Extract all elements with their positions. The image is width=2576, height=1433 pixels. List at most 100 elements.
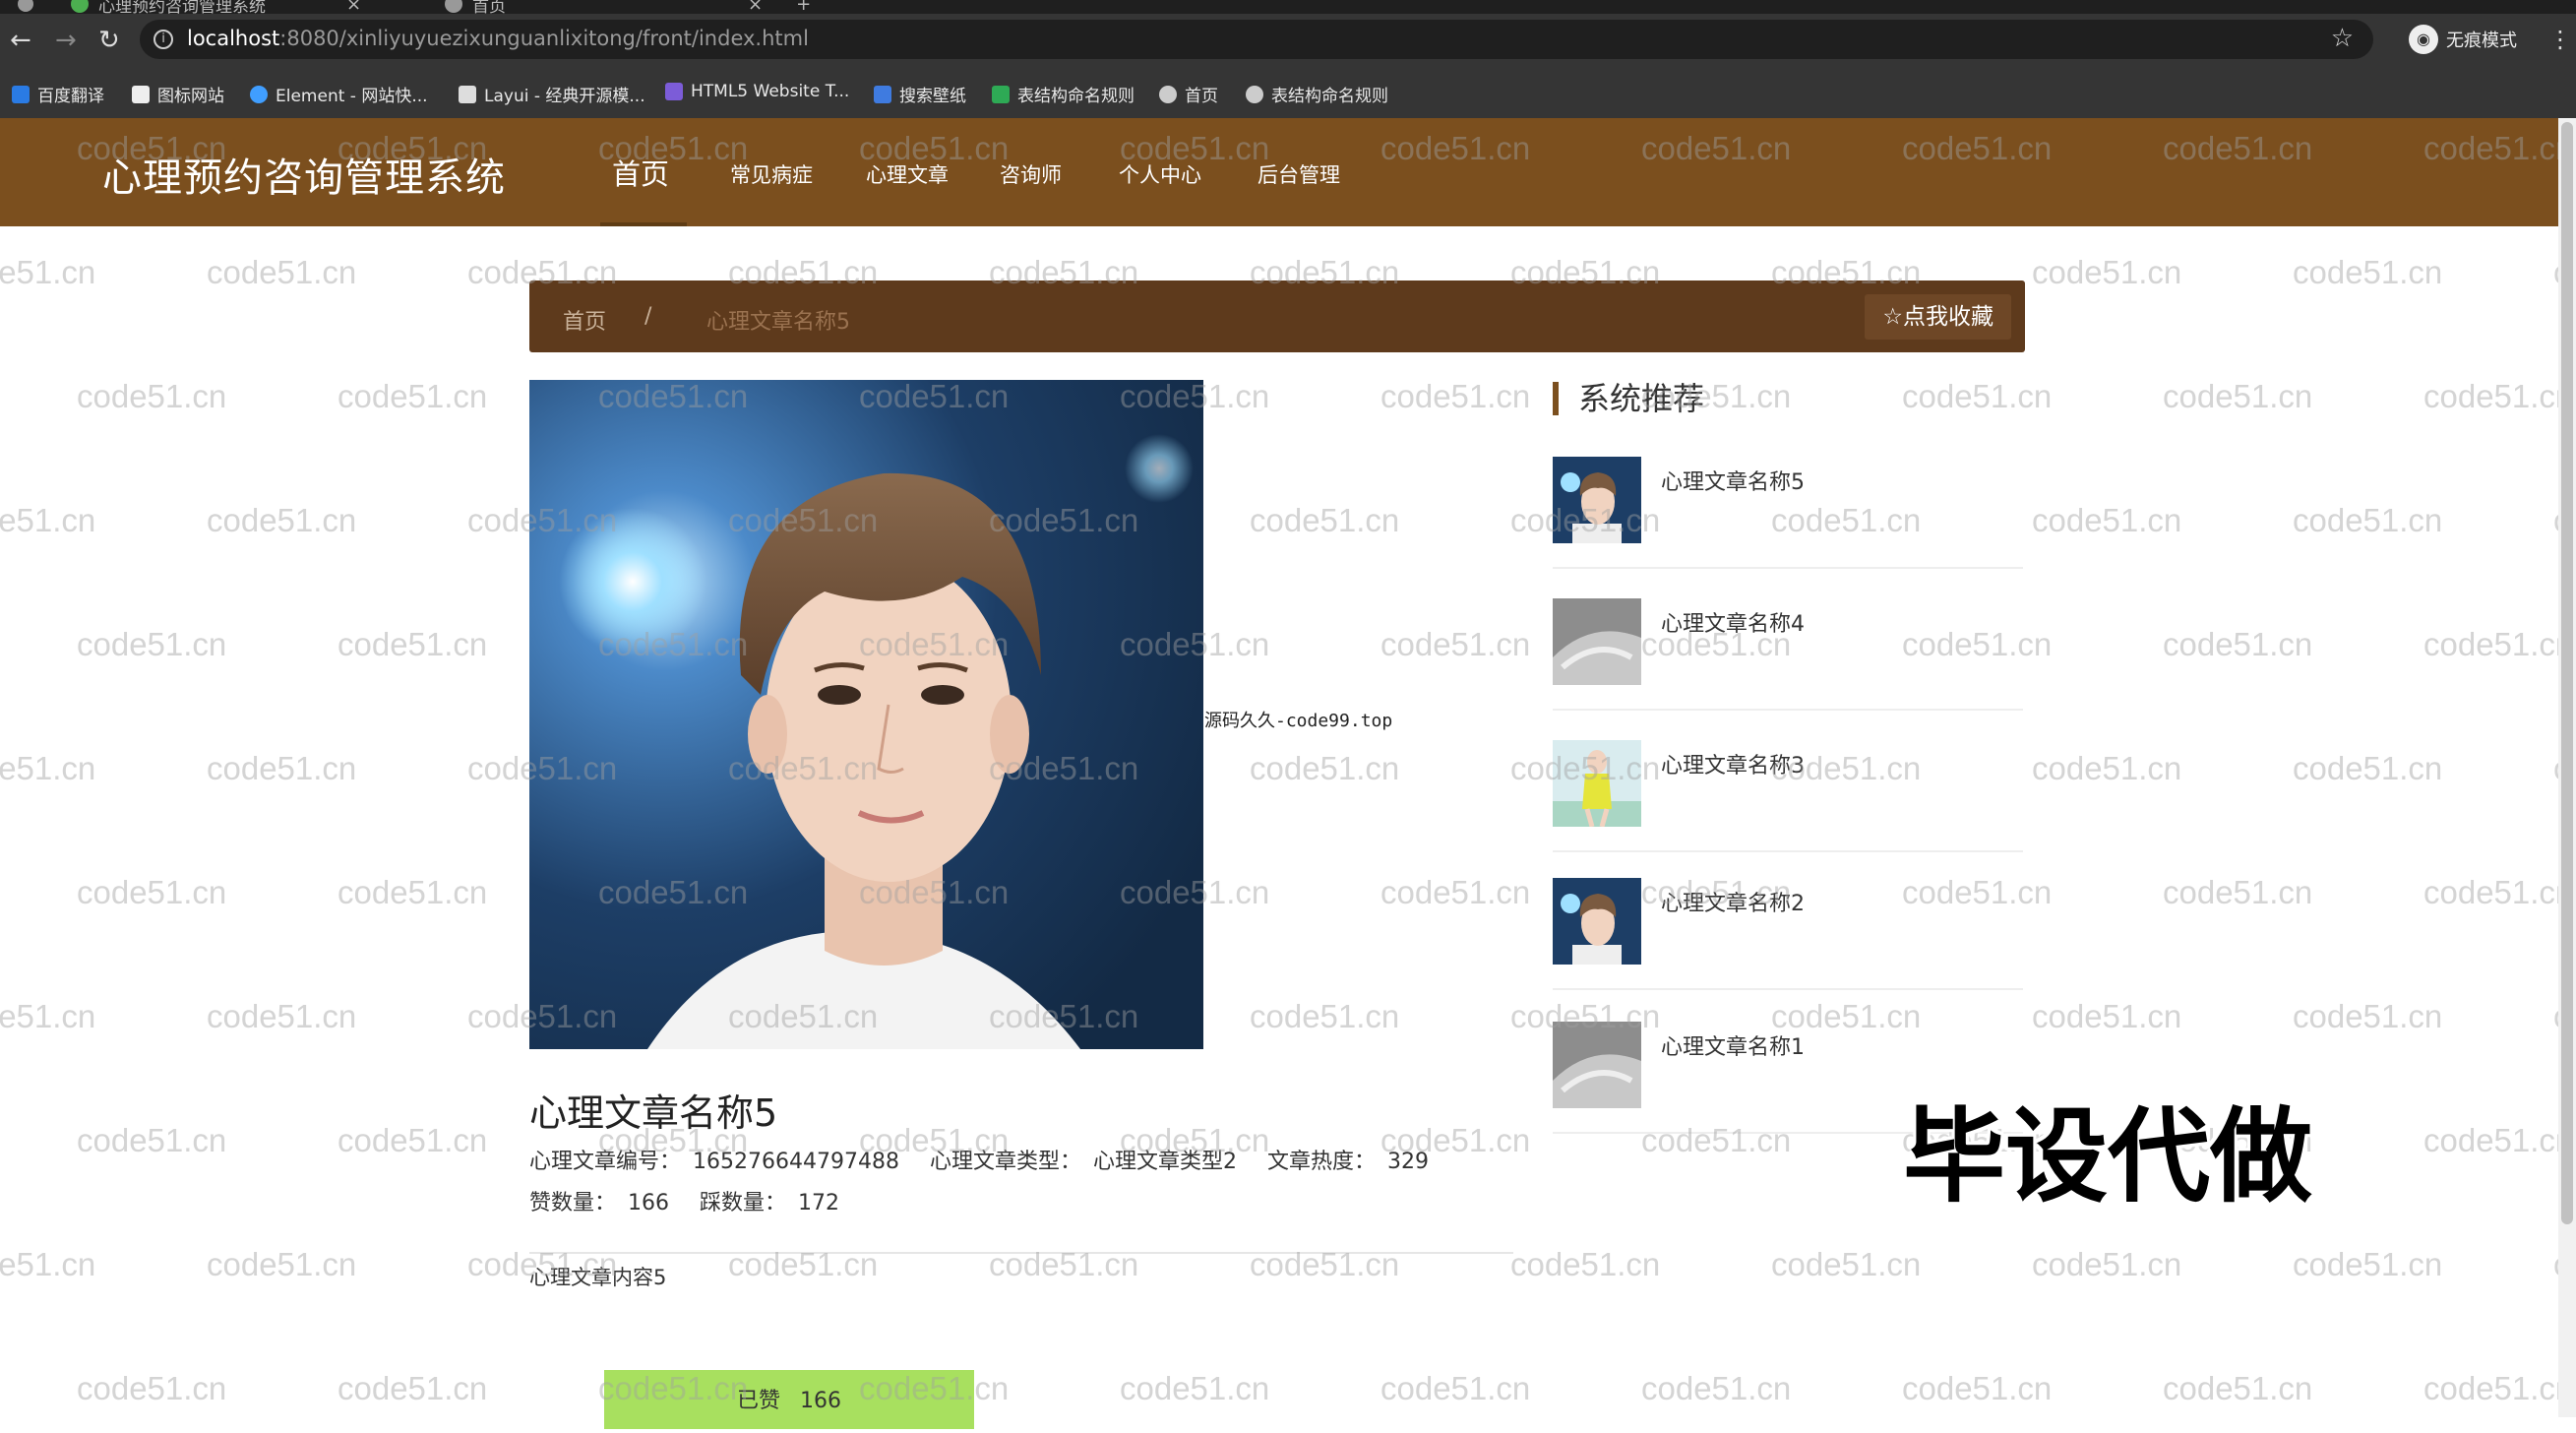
browser-menu-icon[interactable]: ⋮ — [2548, 26, 2572, 53]
watermark-text: code51.cn — [2423, 626, 2558, 662]
portrait-image — [529, 380, 1203, 1049]
liked-label: 已赞 — [736, 1389, 780, 1413]
element-icon — [250, 85, 268, 103]
incognito-icon: ◉ — [2409, 25, 2438, 54]
dislikes-label: 踩数量： — [700, 1191, 787, 1215]
recommend-thumbnail[interactable] — [1553, 740, 1641, 827]
layui-icon — [459, 85, 476, 103]
bookmark-label: Element - 网站快... — [276, 87, 428, 106]
watermark-text: code51.cn — [2293, 1246, 2443, 1282]
nav-articles[interactable]: 心理文章 — [866, 159, 949, 189]
translate-icon — [12, 85, 30, 103]
site-title[interactable]: 心理预约咨询管理系统 — [102, 146, 506, 203]
recommend-item[interactable]: 心理文章名称3 — [1553, 740, 2023, 858]
bookmark-label: 首页 — [1185, 87, 1218, 106]
bookmark-item[interactable]: 表结构命名规则 — [1246, 82, 1388, 106]
watermark-text: code51.cn — [2293, 998, 2443, 1034]
info-icon[interactable]: i — [153, 30, 173, 49]
watermark-text: code51.cn — [0, 750, 96, 786]
article-content: 心理文章内容5 — [529, 1266, 667, 1289]
article-heat-label: 文章热度： — [1267, 1150, 1377, 1174]
watermark-text: code51.cn — [207, 254, 357, 290]
watermark-text: code51.cn — [1641, 1370, 1792, 1406]
back-arrow-icon[interactable]: ← — [10, 28, 31, 53]
article-image — [529, 380, 1203, 1049]
watermark-text: code51.cn — [207, 998, 357, 1034]
bookmark-item[interactable]: 百度翻译 — [12, 82, 104, 106]
bookmark-item[interactable]: Element - 网站快... — [250, 82, 428, 106]
recommend-item[interactable]: 心理文章名称5 — [1553, 457, 2023, 575]
overlay-source-text: 源码久久-code99.top — [1204, 711, 1393, 731]
article-meta-row-1: 心理文章编号： 165276644797488 心理文章类型： 心理文章类型2 文章… — [529, 1144, 1452, 1175]
bookmarks-bar: 百度翻译 图标网站 Element - 网站快... Layui - 经典开源模… — [0, 65, 2576, 118]
grey-thumbnail — [1553, 598, 1641, 685]
nav-common-symptoms[interactable]: 常见病症 — [730, 159, 813, 189]
globe-icon — [1159, 85, 1177, 103]
recommend-thumbnail[interactable] — [1553, 457, 1641, 543]
dislikes-value: 172 — [798, 1191, 840, 1215]
watermark-text: code51.cn — [1380, 874, 1531, 910]
nav-counselors[interactable]: 咨询师 — [1000, 159, 1062, 189]
reload-icon[interactable]: ↻ — [98, 28, 120, 53]
recommend-thumbnail[interactable] — [1553, 1022, 1641, 1108]
watermark-text: code51.cn — [77, 1122, 227, 1158]
watermark-text: code51.cn — [2293, 502, 2443, 538]
watermark-text: code51.cn — [1902, 1370, 2053, 1406]
favorite-button[interactable]: ☆点我收藏 — [1865, 294, 2011, 340]
watermark-text: code51.cn — [1380, 626, 1531, 662]
recommend-thumbnail[interactable] — [1553, 878, 1641, 965]
watermark-text: code51.cn — [2032, 998, 2182, 1034]
watermark-text: code51.cn — [207, 750, 357, 786]
html5-icon — [665, 83, 683, 100]
new-tab-icon[interactable]: + — [796, 0, 811, 15]
recommend-item[interactable]: 心理文章名称2 — [1553, 878, 2023, 996]
breadcrumb-home[interactable]: 首页 — [563, 304, 606, 336]
bookmark-label: HTML5 Website T... — [691, 82, 850, 101]
nav-home[interactable]: 首页 — [612, 152, 669, 193]
nav-admin[interactable]: 后台管理 — [1257, 159, 1340, 189]
url-host: localhost — [187, 27, 280, 50]
close-tab-icon[interactable]: × — [748, 0, 763, 15]
bookmark-item[interactable]: 搜索壁纸 — [874, 82, 966, 106]
recommend-item-name[interactable]: 心理文章名称2 — [1661, 886, 1805, 917]
recommend-item-name[interactable]: 心理文章名称5 — [1661, 465, 1805, 496]
browser-tab-active[interactable]: 心理预约咨询管理系统 × — [71, 0, 361, 17]
promo-overlay-text: 毕设代做 — [1903, 1096, 2313, 1216]
nav-active-indicator — [600, 222, 687, 226]
article-type-value: 心理文章类型2 — [1093, 1150, 1237, 1174]
recommend-item[interactable]: 心理文章名称4 — [1553, 598, 2023, 716]
browser-tab[interactable]: 首页 × + — [445, 0, 811, 17]
bookmark-item[interactable]: Layui - 经典开源模... — [459, 82, 645, 106]
article-id-value: 165276644797488 — [693, 1150, 899, 1174]
bookmark-item[interactable]: 表结构命名规则 — [992, 82, 1135, 106]
wallpaper-icon — [874, 85, 891, 103]
watermark-text: code51.cn — [2163, 874, 2313, 910]
browser-tab-strip: 心理预约咨询管理系统 × 首页 × + — [0, 0, 2576, 17]
bookmark-star-icon[interactable]: ☆ — [2331, 24, 2354, 53]
likes-value: 166 — [628, 1191, 670, 1215]
url-field[interactable]: i localhost:8080/xinliyuyuezixunguanlixi… — [140, 20, 2373, 59]
watermark-text: code51.cn — [1380, 1370, 1531, 1406]
recommend-item-name[interactable]: 心理文章名称3 — [1661, 748, 1805, 779]
table-icon — [992, 85, 1010, 103]
nav-personal-center[interactable]: 个人中心 — [1119, 159, 1201, 189]
incognito-indicator[interactable]: ◉ 无痕模式 — [2409, 24, 2517, 55]
url-path: :8080/xinliyuyuezixunguanlixitong/front/… — [279, 27, 809, 50]
bookmark-item[interactable]: 图标网站 — [132, 82, 224, 106]
bookmark-item[interactable]: HTML5 Website T... — [665, 82, 849, 101]
scrollbar-thumb[interactable] — [2561, 122, 2573, 1224]
url-text: localhost:8080/xinliyuyuezixunguanlixito… — [187, 27, 809, 50]
liked-button[interactable]: 已赞 166 — [604, 1370, 974, 1429]
recommend-thumbnail[interactable] — [1553, 598, 1641, 685]
bookmark-label: 表结构命名规则 — [1271, 87, 1388, 106]
bookmark-item[interactable]: 首页 — [1159, 82, 1218, 106]
recommend-item-name[interactable]: 心理文章名称1 — [1661, 1029, 1805, 1061]
close-tab-icon[interactable]: × — [346, 0, 361, 15]
watermark-text: code51.cn — [2293, 750, 2443, 786]
likes-label: 赞数量： — [529, 1191, 617, 1215]
watermark-text: code51.cn — [2293, 254, 2443, 290]
browser-back-history-icon[interactable] — [18, 0, 33, 14]
watermark-text: code51.cn — [0, 1246, 96, 1282]
recommend-item-name[interactable]: 心理文章名称4 — [1661, 606, 1805, 638]
forward-arrow-icon[interactable]: → — [55, 28, 77, 53]
